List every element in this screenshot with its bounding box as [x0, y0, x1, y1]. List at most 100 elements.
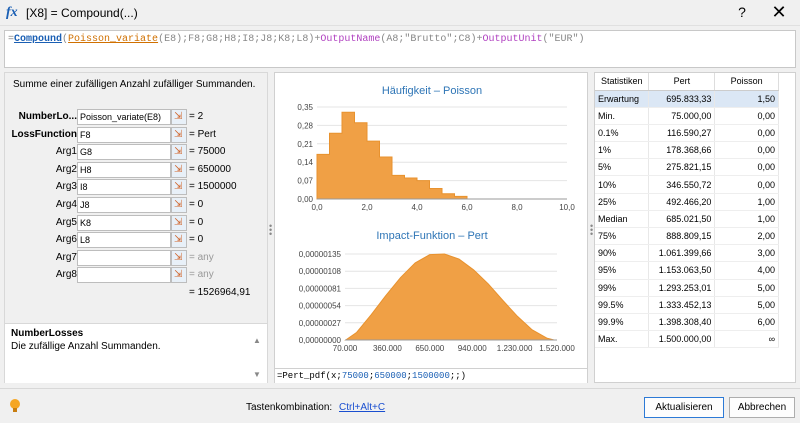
argument-input[interactable]: L8 [77, 232, 171, 249]
argument-label: Arg2 [55, 163, 77, 175]
range-select-button[interactable]: ⇲ [171, 249, 187, 266]
pdf-formula-field[interactable]: =Pert_pdf(x;75000;650000;1500000;;) [275, 368, 587, 383]
argument-input[interactable]: H8 [77, 161, 171, 178]
statistics-cell: 0,00 [714, 158, 779, 177]
argument-row: Arg4 J8 ⇲ = 0 [5, 197, 269, 213]
argument-row: LossFunction F8 ⇲ = Pert [5, 126, 269, 143]
range-select-button[interactable]: ⇲ [171, 161, 187, 178]
argument-row: Arg5 K8 ⇲ = 0 [5, 214, 269, 231]
statistics-cell: 685.021,50 [648, 210, 716, 229]
argument-input[interactable]: J8 [77, 197, 171, 213]
title-bar: fx [X8] = Compound(...) ? ✕ [0, 0, 800, 26]
y-tick-label: 0,21 [297, 140, 313, 149]
range-select-button[interactable]: ⇲ [171, 126, 187, 143]
splitter-handle-right[interactable]: • • • [590, 222, 593, 239]
argument-input[interactable]: G8 [77, 144, 171, 161]
function-summary: Summe einer zufälligen Anzahl zufälliger… [13, 79, 256, 90]
argument-input[interactable]: I8 [77, 179, 171, 196]
statistics-cell: Median [595, 210, 650, 229]
formula-text: =Compound(Poisson_variate(E8);F8;G8;H8;I… [8, 34, 585, 45]
statistics-row[interactable]: 1% 178.368,66 0,00 [595, 141, 779, 160]
statistics-row[interactable]: 25% 492.466,20 1,00 [595, 193, 779, 211]
statistics-row[interactable]: 90% 1.061.399,66 3,00 [595, 244, 779, 263]
cancel-button[interactable]: Abbrechen [729, 397, 795, 418]
argument-row: Arg7 ⇲ = any [5, 249, 269, 266]
argument-label: Arg4 [55, 199, 77, 210]
statistics-row[interactable]: Max. 1.500.000,00 ∞ [595, 330, 779, 349]
argument-description: NumberLosses Die zufällige Anzahl Summan… [5, 323, 267, 383]
splitter-handle-left[interactable]: • • • [269, 222, 272, 239]
statistics-table: Statistiken Pert Poisson Erwartung 695.833,3… [595, 73, 779, 349]
range-select-button[interactable]: ⇲ [171, 197, 187, 213]
argument-value: = 2 [189, 111, 204, 122]
statistics-row[interactable]: 10% 346.550,72 0,00 [595, 175, 779, 194]
statistics-row[interactable]: 75% 888.809,15 2,00 [595, 227, 779, 246]
argument-value: = 0 [189, 216, 204, 228]
column-header[interactable]: Statistiken [595, 73, 650, 91]
help-button[interactable]: ? [734, 4, 750, 20]
statistics-row[interactable]: 5% 275.821,15 0,00 [595, 158, 779, 177]
statistics-row[interactable]: Min. 75.000,00 0,00 [595, 107, 779, 125]
scroll-down-icon[interactable]: ▼ [253, 370, 261, 379]
y-tick-label: 0,00000054 [299, 302, 342, 311]
argument-input[interactable]: Poisson_variate(E8) [77, 109, 171, 125]
argument-row: Arg3 I8 ⇲ = 1500000 [5, 179, 269, 196]
argument-row: Arg8 ⇲ = any [5, 267, 269, 284]
x-tick-label: 360.000 [373, 344, 402, 353]
statistics-row[interactable]: 99% 1.293.253,01 5,00 [595, 279, 779, 297]
statistics-cell: Max. [595, 330, 650, 349]
statistics-cell: 0,00 [714, 124, 779, 143]
statistics-cell: 95% [595, 261, 650, 280]
statistics-cell: 90% [595, 244, 650, 263]
formula-editor[interactable]: =Compound(Poisson_variate(E8);F8;G8;H8;I… [4, 30, 796, 68]
close-button[interactable]: ✕ [770, 2, 788, 23]
statistics-cell: 0,00 [714, 175, 779, 194]
lightbulb-icon[interactable] [8, 398, 22, 414]
statistics-cell: 75% [595, 227, 650, 246]
range-select-icon: ⇲ [174, 199, 183, 210]
argument-label: NumberLo... [18, 111, 77, 122]
statistics-row[interactable]: Median 685.021,50 1,00 [595, 210, 779, 229]
argument-value: = any [189, 251, 214, 263]
y-tick-label: 0,14 [297, 158, 313, 167]
statistics-cell: 5% [595, 158, 650, 177]
statistics-cell: 5,00 [714, 279, 779, 297]
charts-canvas: 0,000,070,140,210,280,350,0 2,0 4,0 6,0 8,0 1… [297, 103, 575, 353]
range-select-button[interactable]: ⇲ [171, 179, 187, 196]
statistics-cell: 6,00 [714, 313, 779, 332]
statistics-cell: 1.398.308,40 [648, 313, 716, 332]
argument-value: = Pert [189, 128, 216, 140]
statistics-cell: 10% [595, 175, 650, 194]
statistics-row[interactable]: 95% 1.153.063,50 4,00 [595, 261, 779, 280]
statistics-row[interactable]: 0.1% 116.590,27 0,00 [595, 124, 779, 143]
range-select-icon: ⇲ [174, 163, 183, 175]
update-button[interactable]: Aktualisieren [644, 397, 724, 418]
argument-input[interactable]: K8 [77, 214, 171, 231]
range-select-button[interactable]: ⇲ [171, 232, 187, 249]
argument-input[interactable] [77, 267, 171, 284]
column-header[interactable]: Pert [648, 73, 716, 91]
shortcut-link[interactable]: Ctrl+Alt+C [339, 402, 385, 413]
argument-value: = 1500000 [189, 181, 237, 193]
argument-row: Arg6 L8 ⇲ = 0 [5, 232, 269, 249]
argument-input[interactable]: F8 [77, 126, 171, 143]
statistics-row[interactable]: Erwartung 695.833,33 1,50 [595, 90, 779, 108]
argument-label: Arg7 [55, 251, 77, 263]
shortcut-label: Tastenkombination: [246, 402, 333, 413]
bottom-bar: Tastenkombination: Ctrl+Alt+C Aktualisie… [0, 388, 800, 423]
statistics-cell: 75.000,00 [648, 107, 716, 125]
range-select-button[interactable]: ⇲ [171, 144, 187, 161]
argument-label: Arg1 [55, 146, 77, 158]
y-tick-label: 0,00000027 [299, 319, 342, 328]
argument-label: Arg8 [55, 269, 77, 281]
argument-input[interactable] [77, 249, 171, 266]
range-select-button[interactable]: ⇲ [171, 267, 187, 284]
range-select-button[interactable]: ⇲ [171, 109, 187, 125]
argument-value: = any [189, 269, 214, 281]
scroll-up-icon[interactable]: ▲ [253, 336, 261, 345]
statistics-row[interactable]: 99.5% 1.333.452,13 5,00 [595, 296, 779, 314]
statistics-row[interactable]: 99.9% 1.398.308,40 6,00 [595, 313, 779, 332]
column-header[interactable]: Poisson [714, 73, 779, 91]
range-select-button[interactable]: ⇲ [171, 214, 187, 231]
range-select-icon: ⇲ [174, 111, 183, 122]
